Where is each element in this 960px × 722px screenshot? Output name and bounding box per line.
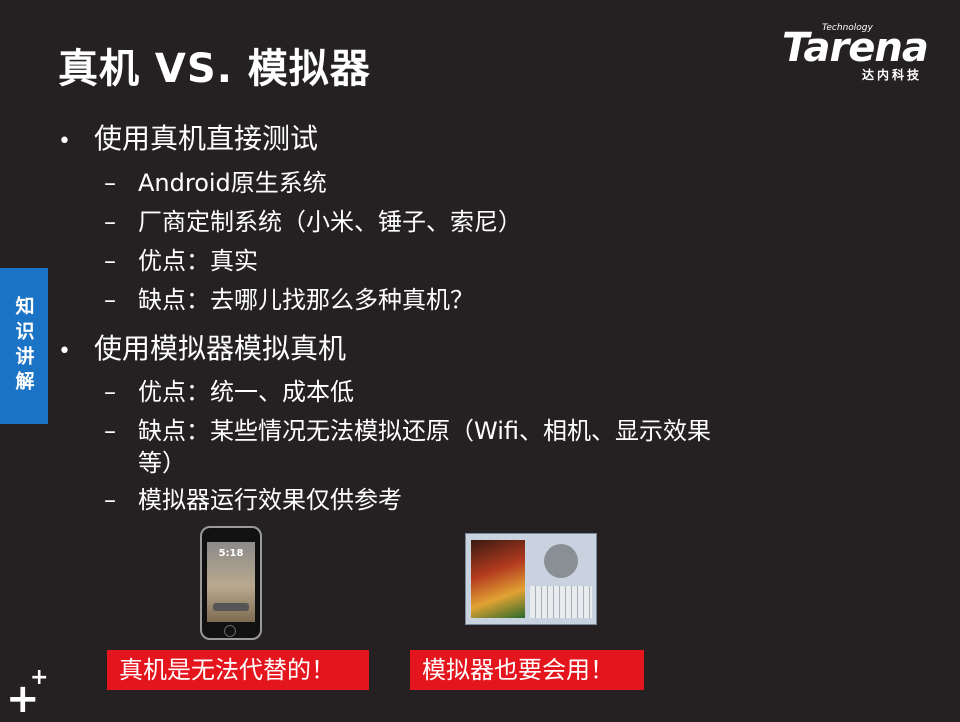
sub-item-text: 厂商定制系统（小米、锤子、索尼） xyxy=(138,208,522,236)
dash-marker: – xyxy=(104,208,116,236)
dash-marker: – xyxy=(104,417,116,445)
sub-item-text: 优点：统一、成本低 xyxy=(138,378,354,406)
dash-marker: – xyxy=(104,286,116,314)
sub-item: – Android原生系统 xyxy=(104,167,327,199)
emulator-dpad-icon xyxy=(544,544,578,578)
phone-lock-screen: 5:18 xyxy=(207,542,255,622)
dash-marker: – xyxy=(104,486,116,514)
unlock-slider xyxy=(213,603,249,611)
sub-item: – 优点：统一、成本低 xyxy=(104,376,354,408)
sub-item-text: 优点：真实 xyxy=(138,247,258,275)
tarena-logo: Technology Tarena 达内科技 xyxy=(780,22,950,82)
tag-real-device: 真机是无法代替的！ xyxy=(107,650,369,690)
emulator-image xyxy=(465,533,597,625)
phone-time: 5:18 xyxy=(218,548,244,559)
sub-item: – 缺点：去哪儿找那么多种真机？ xyxy=(104,284,474,316)
sub-item: – 优点：真实 xyxy=(104,245,258,277)
sub-item-text: Android原生系统 xyxy=(138,169,327,197)
sub-item: – 缺点：某些情况无法模拟还原（Wifi、相机、显示效果 等） xyxy=(104,415,711,479)
bullet-text: 使用真机直接测试 xyxy=(94,122,319,155)
sub-item-text: 缺点：去哪儿找那么多种真机？ xyxy=(138,286,474,314)
dash-marker: – xyxy=(104,247,116,275)
logo-cn: 达内科技 xyxy=(862,68,923,82)
bullet-real-device: • 使用真机直接测试 xyxy=(58,122,318,159)
bullet-marker: • xyxy=(58,339,71,364)
sub-item-text: 模拟器运行效果仅供参考 xyxy=(138,486,402,514)
logo-name: Tarena xyxy=(782,25,929,71)
iphone-image: 5:18 xyxy=(200,526,262,640)
bullet-text: 使用模拟器模拟真机 xyxy=(94,332,347,365)
bullet-marker: • xyxy=(58,129,71,154)
home-button-icon xyxy=(224,625,236,637)
dash-marker: – xyxy=(104,169,116,197)
sub-item: – 模拟器运行效果仅供参考 xyxy=(104,484,402,516)
slide-title: 真机 VS. 模拟器 xyxy=(58,46,371,92)
side-tab: 知识讲解 xyxy=(0,268,48,424)
bullet-emulator: • 使用模拟器模拟真机 xyxy=(58,332,346,369)
plus-small-icon: + xyxy=(30,665,49,690)
tag-emulator: 模拟器也要会用！ xyxy=(410,650,644,690)
side-tab-label: 知识讲解 xyxy=(12,296,35,396)
emulator-keyboard xyxy=(530,586,592,618)
sub-item: – 厂商定制系统（小米、锤子、索尼） xyxy=(104,206,522,238)
sub-item-text: 缺点：某些情况无法模拟还原（Wifi、相机、显示效果 等） xyxy=(138,417,711,477)
emulator-screen xyxy=(471,540,525,618)
dash-marker: – xyxy=(104,378,116,406)
